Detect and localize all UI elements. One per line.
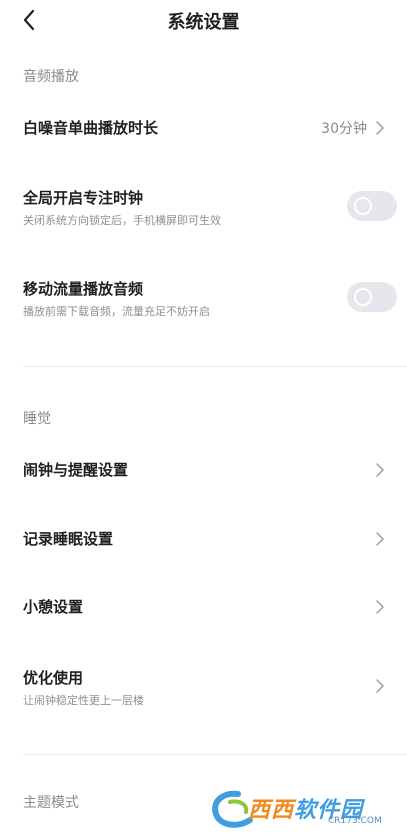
toggle-knob [354,288,372,306]
focus-clock-toggle[interactable] [347,191,397,221]
chevron-right-icon [376,463,384,477]
setting-value: 30分钟 [321,121,367,137]
setting-optimize-usage[interactable]: 优化使用 让闹钟稳定性更上一层楼 [0,660,407,714]
setting-subtitle: 播放前需下载音频，流量充足不妨开启 [23,305,210,318]
setting-title: 记录睡眠设置 [23,530,114,548]
setting-title: 白噪音单曲播放时长 [23,119,159,137]
setting-alarm-reminder[interactable]: 闹钟与提醒设置 [0,450,407,490]
top-bar: 系统设置 [0,0,407,40]
page-title: 系统设置 [167,12,240,33]
watermark-url: CR173.COM [328,816,382,826]
setting-mobile-data-playback: 移动流量播放音频 播放前需下载音频，流量充足不妨开启 [0,271,407,325]
mobile-data-toggle[interactable] [347,282,397,312]
section-divider [23,754,407,755]
setting-title: 移动流量播放音频 [23,280,144,298]
chevron-right-icon [376,532,384,546]
setting-title: 小憩设置 [23,598,84,616]
section-label-sleep: 睡觉 [23,411,51,427]
setting-subtitle: 关闭系统方向锁定后，手机横屏即可生效 [23,214,221,227]
setting-white-noise-duration[interactable]: 白噪音单曲播放时长 30分钟 [0,108,407,148]
section-divider [23,366,407,367]
setting-subtitle: 让闹钟稳定性更上一层楼 [23,694,144,707]
setting-title: 全局开启专注时钟 [23,189,144,207]
setting-sleep-record[interactable]: 记录睡眠设置 [0,519,407,559]
section-label-theme: 主题模式 [23,795,79,811]
watermark-logo: 西西软件园 CR173.COM [208,786,398,832]
setting-title: 优化使用 [23,669,84,687]
chevron-right-icon [376,600,384,614]
section-label-audio: 音频播放 [23,69,79,85]
setting-nap[interactable]: 小憩设置 [0,587,407,627]
toggle-knob [354,197,372,215]
chevron-right-icon [376,121,384,135]
setting-title: 闹钟与提醒设置 [23,461,129,479]
setting-global-focus-clock: 全局开启专注时钟 关闭系统方向锁定后，手机横屏即可生效 [0,180,407,234]
chevron-right-icon [376,679,384,693]
watermark-brand-a: 西西 [248,798,295,823]
